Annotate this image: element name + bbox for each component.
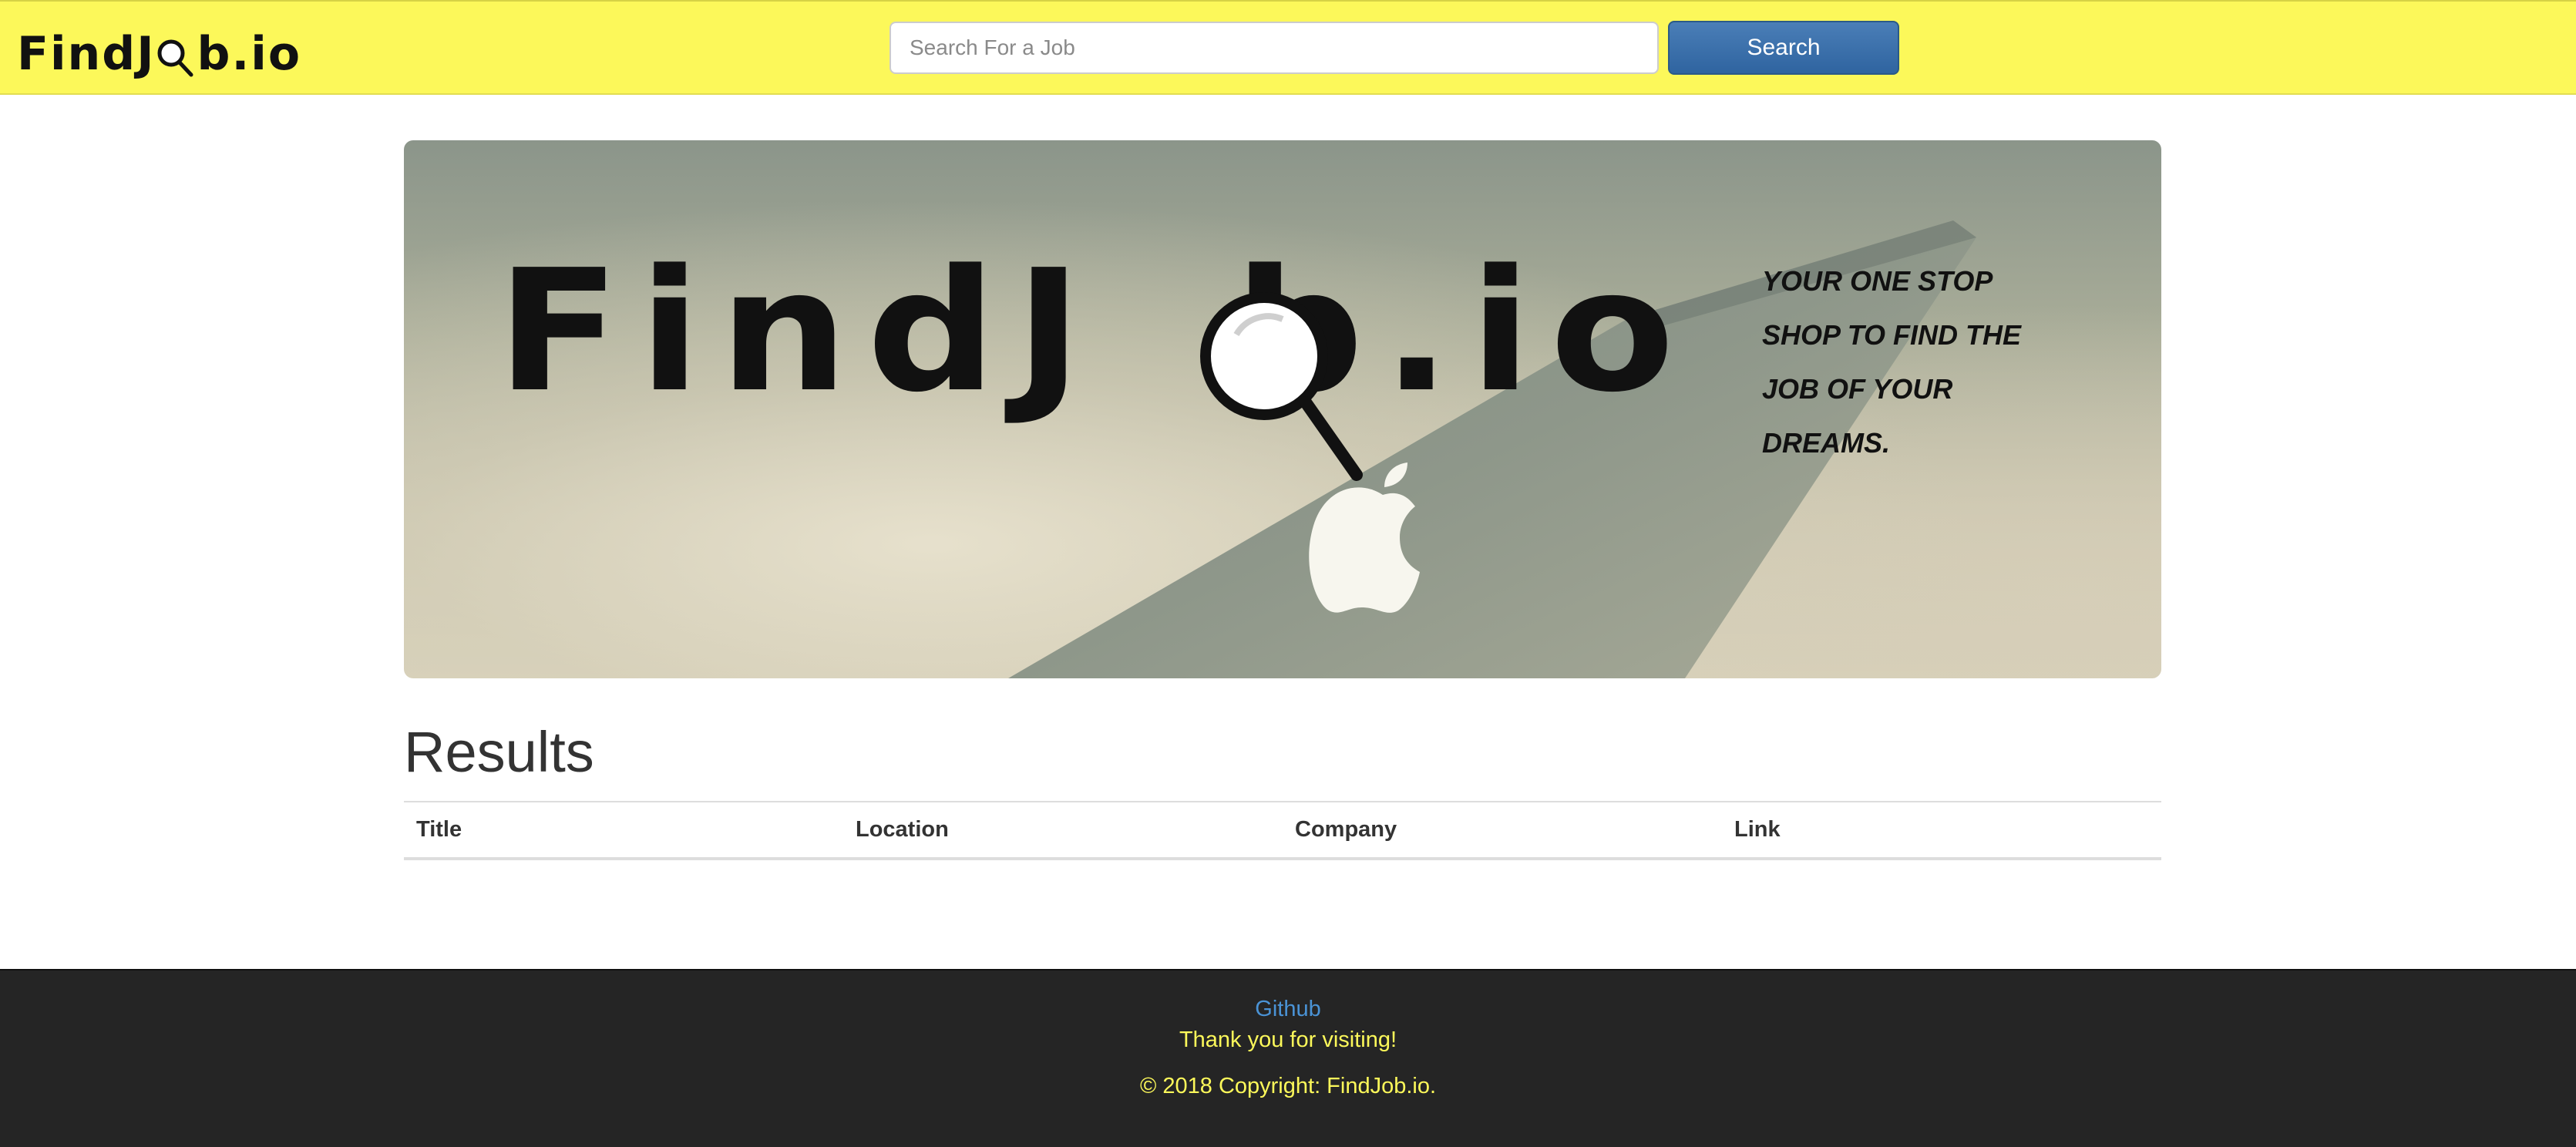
column-header-location: Location: [843, 802, 1283, 860]
column-header-title: Title: [404, 802, 843, 860]
hero-banner: FindJ b.io YOUR ONE STOP SHOP TO FIND THE…: [404, 140, 2161, 678]
search-input[interactable]: [889, 22, 1659, 74]
results-table: Title Location Company Link: [404, 801, 2161, 860]
magnifier-icon: [157, 39, 193, 77]
magnifier-icon: [1200, 292, 1363, 481]
column-header-link: Link: [1722, 802, 2161, 860]
table-header-row: Title Location Company Link: [404, 802, 2161, 860]
github-link[interactable]: Github: [0, 997, 2576, 1022]
column-header-company: Company: [1283, 802, 1722, 860]
hero-tagline: YOUR ONE STOP SHOP TO FIND THE JOB OF YO…: [1762, 265, 2022, 459]
brand-logo[interactable]: FindJ b.io: [17, 23, 301, 85]
brand-suffix: b.io: [197, 27, 302, 81]
footer: Github Thank you for visiting! © 2018 Co…: [0, 969, 2576, 1147]
results-heading: Results: [404, 720, 594, 784]
search-button[interactable]: Search: [1668, 21, 1899, 75]
brand-prefix: FindJ: [17, 27, 156, 81]
hero-title-prefix: FindJ: [496, 234, 1101, 429]
footer-copyright: © 2018 Copyright: FindJob.io.: [1139, 1074, 1437, 1098]
footer-thanks-text: Thank you for visiting!: [1179, 1028, 1397, 1052]
navbar: FindJ b.io Search: [0, 0, 2576, 95]
